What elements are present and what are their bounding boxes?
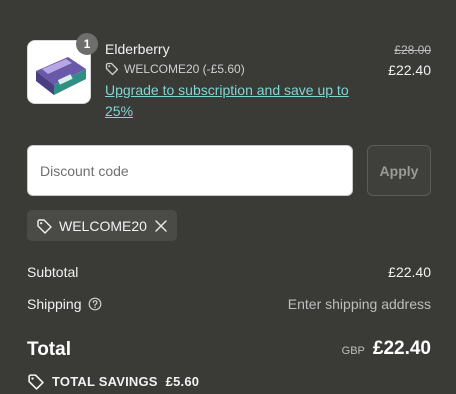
subtotal-label: Subtotal [27, 264, 79, 280]
tag-icon [105, 62, 119, 76]
applied-code-label: WELCOME20 [59, 217, 147, 234]
savings-label: TOTAL SAVINGS [52, 374, 158, 389]
shipping-label: Shipping [27, 296, 82, 312]
total-label: Total [27, 339, 71, 360]
discount-code-input[interactable] [27, 145, 353, 196]
line-discount: WELCOME20 (-£5.60) [105, 62, 245, 76]
original-price: £28.00 [394, 43, 431, 57]
help-icon[interactable] [88, 297, 102, 311]
quantity-badge: 1 [76, 33, 98, 55]
total-amount-group: GBP £22.40 [342, 338, 431, 360]
applied-code-chip: WELCOME20 [27, 210, 177, 241]
line-price: £22.40 [388, 62, 431, 78]
tag-icon [36, 218, 52, 234]
total-savings: TOTAL SAVINGS £5.60 [27, 373, 199, 390]
total-value: £22.40 [372, 338, 431, 359]
shipping-row-label: Shipping [27, 296, 102, 312]
savings-value: £5.60 [165, 374, 200, 389]
apply-button[interactable]: Apply [367, 145, 431, 196]
savings-tag-icon [27, 373, 44, 390]
remove-code-icon[interactable] [154, 219, 168, 233]
product-name: Elderberry [105, 41, 170, 57]
line-discount-label: WELCOME20 (-£5.60) [124, 62, 245, 76]
currency-code: GBP [341, 345, 365, 357]
upgrade-subscription-link[interactable]: Upgrade to subscription and save up to 2… [105, 80, 365, 122]
shipping-value: Enter shipping address [287, 296, 431, 312]
subtotal-value: £22.40 [388, 264, 431, 280]
